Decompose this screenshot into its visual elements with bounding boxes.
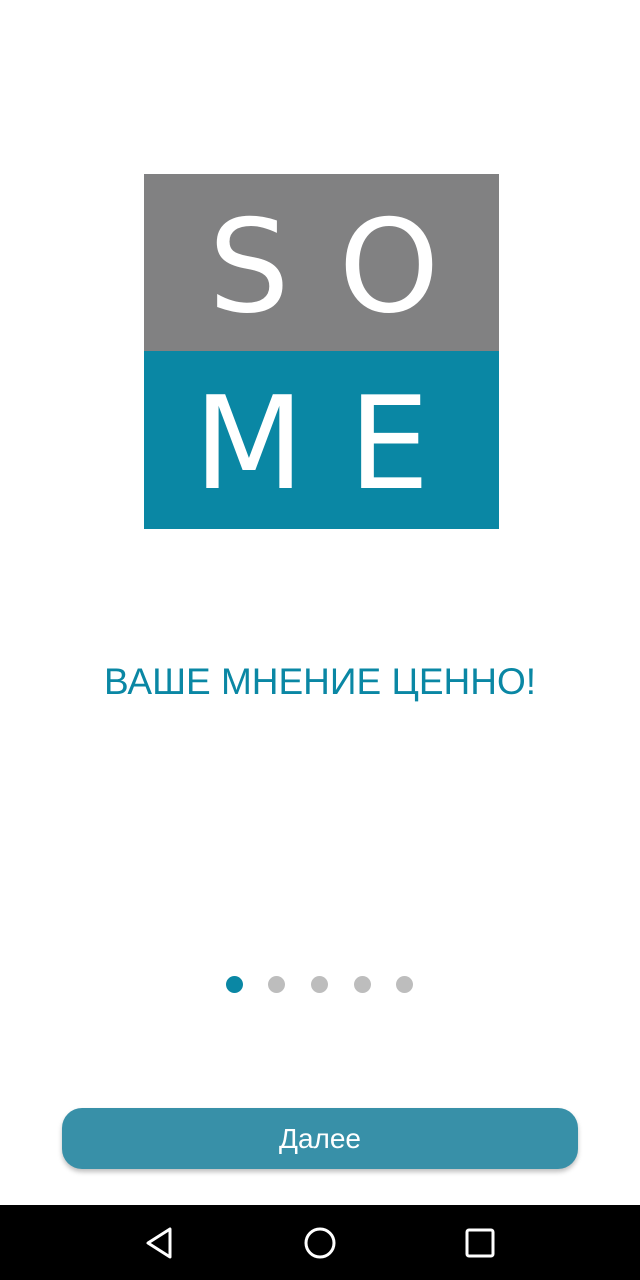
page-dot-5[interactable]: [396, 976, 413, 993]
recents-icon[interactable]: [456, 1219, 504, 1267]
logo-letter-s: S: [208, 193, 290, 342]
some-logo: S O M E: [144, 174, 499, 529]
page-dot-4[interactable]: [354, 976, 371, 993]
back-icon[interactable]: [136, 1219, 184, 1267]
page-indicator: [0, 976, 640, 994]
page-dot-2[interactable]: [268, 976, 285, 993]
tagline: ВАШЕ МНЕНИЕ ЦЕННО!: [103, 661, 537, 702]
logo-letter-e: E: [348, 370, 430, 519]
next-button[interactable]: Далее: [62, 1108, 578, 1169]
onboarding-screen: S O M E ВАШЕ МНЕНИЕ ЦЕННО! Далее: [0, 0, 640, 1280]
logo-letter-o: O: [338, 193, 440, 342]
system-navigation-bar: [0, 1205, 640, 1280]
page-dot-3[interactable]: [311, 976, 328, 993]
logo-letter-m: M: [193, 370, 305, 519]
home-icon[interactable]: [296, 1219, 344, 1267]
page-dot-1[interactable]: [226, 976, 243, 993]
